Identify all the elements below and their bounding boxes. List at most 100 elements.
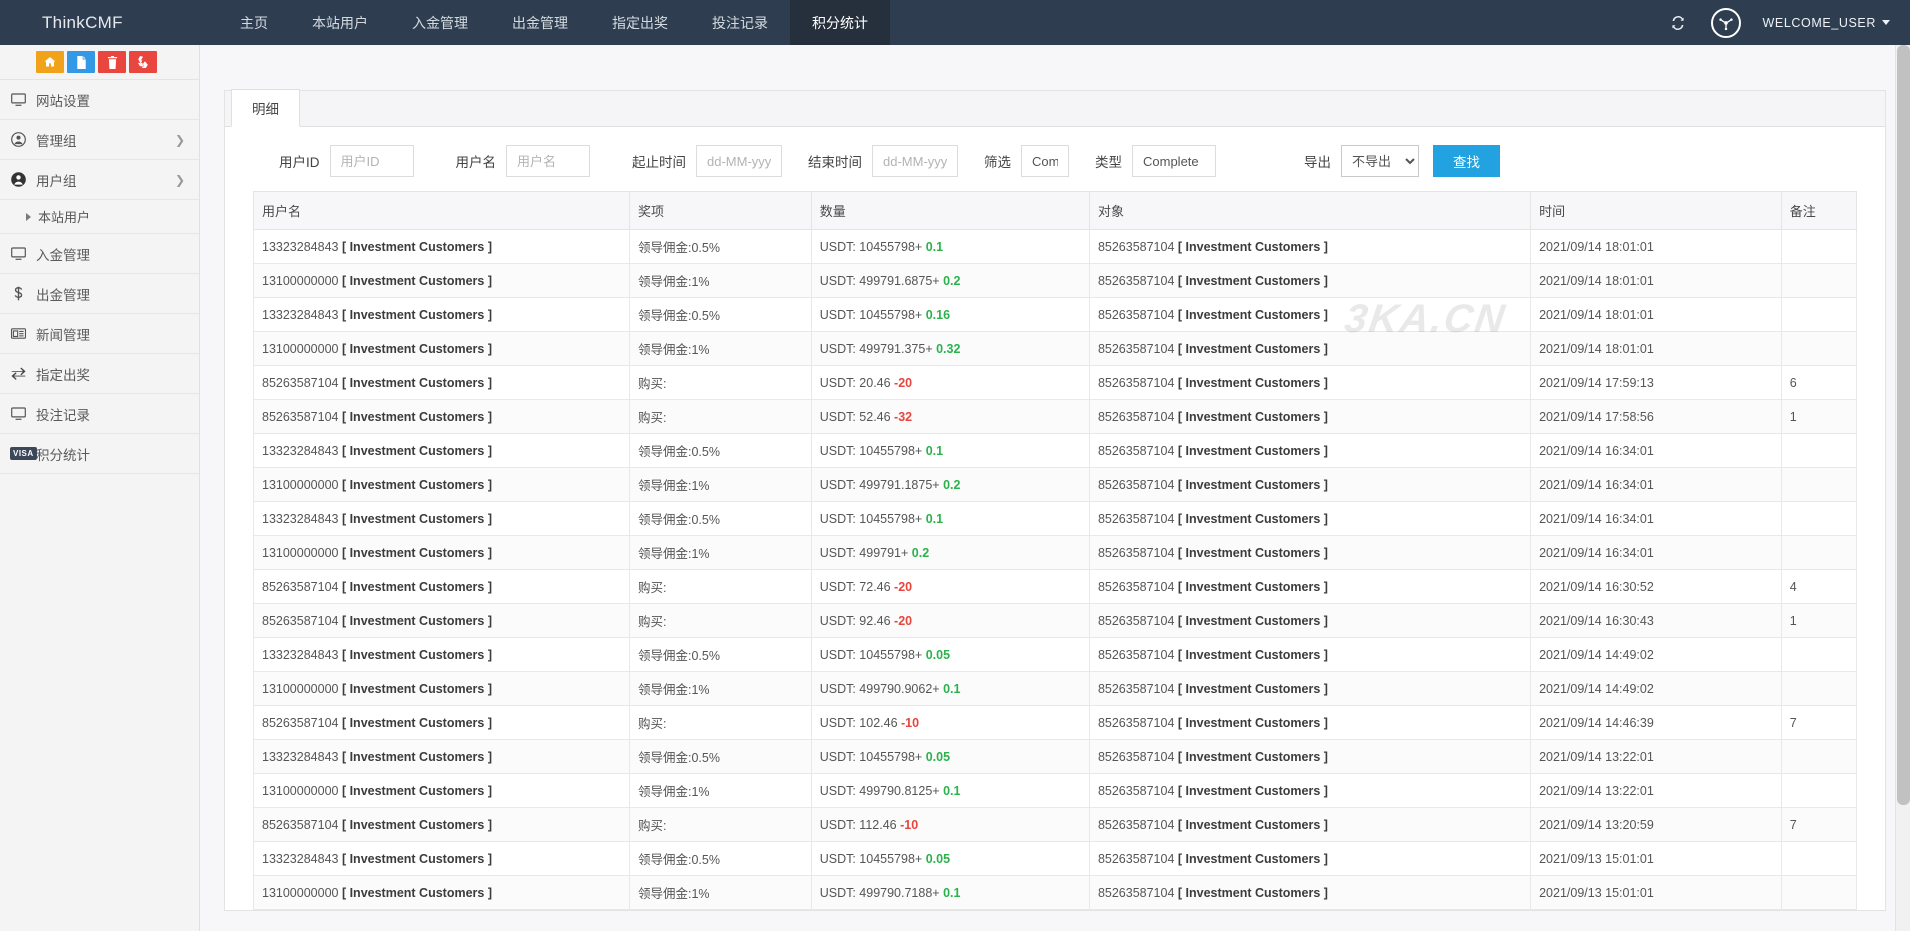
nav-item-5[interactable]: 投注记录 xyxy=(690,0,790,45)
table-body: 13323284843 [ Investment Customers ] 领导佣金… xyxy=(253,229,1858,910)
end-time-label: 结束时间 xyxy=(808,155,862,170)
cell-remark xyxy=(1780,229,1858,264)
page-scrollbar[interactable] xyxy=(1895,45,1910,931)
cell-amount: USDT: 499791.1875+ 0.2 xyxy=(810,467,1090,502)
nav-item-1[interactable]: 本站用户 xyxy=(290,0,390,45)
export-select[interactable]: 不导出 xyxy=(1341,145,1419,177)
table-row[interactable]: 85263587104 [ Investment Customers ] 购买: U… xyxy=(253,705,1858,740)
table-row[interactable]: 13323284843 [ Investment Customers ] 领导佣金… xyxy=(253,637,1858,672)
cell-object: 85263587104 [ Investment Customers ] xyxy=(1088,263,1532,298)
sidebar-item-a2[interactable]: 用户组 ❯ xyxy=(0,160,199,200)
nav-item-6[interactable]: 积分统计 xyxy=(790,0,890,45)
cell-time: 2021/09/14 17:58:56 xyxy=(1530,399,1782,434)
screen-label: 筛选 xyxy=(984,155,1011,170)
home-icon[interactable] xyxy=(36,51,64,73)
table-row[interactable]: 13323284843 [ Investment Customers ] 领导佣金… xyxy=(253,229,1858,264)
refresh-icon[interactable] xyxy=(1667,12,1689,34)
column-header-2: 数量 xyxy=(810,191,1090,230)
sidebar-item-a1[interactable]: 管理组 ❯ xyxy=(0,120,199,160)
cell-prize: 购买: xyxy=(628,399,812,434)
cell-object: 85263587104 [ Investment Customers ] xyxy=(1088,433,1532,468)
cell-time: 2021/09/14 13:20:59 xyxy=(1530,807,1782,842)
cell-username: 13323284843 [ Investment Customers ] xyxy=(253,841,630,876)
trash-icon[interactable] xyxy=(98,51,126,73)
cell-time: 2021/09/14 18:01:01 xyxy=(1530,331,1782,366)
content-panel: 明细 用户ID 用户名 起止时间 结束时间 筛选 类型 xyxy=(224,89,1886,911)
start-time-input[interactable] xyxy=(696,145,782,177)
cell-prize: 领导佣金:0.5% xyxy=(628,229,812,264)
cell-remark xyxy=(1780,501,1858,536)
sidebar-item-label: 指定出奖 xyxy=(36,367,90,383)
cell-object: 85263587104 [ Investment Customers ] xyxy=(1088,841,1532,876)
cell-remark: 1 xyxy=(1780,399,1858,434)
nav-item-2[interactable]: 入金管理 xyxy=(390,0,490,45)
cell-prize: 领导佣金:1% xyxy=(628,875,812,910)
cell-username: 13100000000 [ Investment Customers ] xyxy=(253,671,630,706)
cell-time: 2021/09/14 18:01:01 xyxy=(1530,263,1782,298)
table-row[interactable]: 13323284843 [ Investment Customers ] 领导佣金… xyxy=(253,501,1858,536)
table-row[interactable]: 13323284843 [ Investment Customers ] 领导佣金… xyxy=(253,739,1858,774)
file-icon[interactable] xyxy=(67,51,95,73)
cell-prize: 购买: xyxy=(628,603,812,638)
table-row[interactable]: 13100000000 [ Investment Customers ] 领导佣金… xyxy=(253,671,1858,706)
cell-username: 85263587104 [ Investment Customers ] xyxy=(253,569,630,604)
column-header-5: 备注 xyxy=(1780,191,1858,230)
sidebar-item-b1[interactable]: 出金管理 xyxy=(0,274,199,314)
sidebar-item-a0[interactable]: 网站设置 xyxy=(0,80,199,120)
nav-item-3[interactable]: 出金管理 xyxy=(490,0,590,45)
sidebar-item-b0[interactable]: 入金管理 xyxy=(0,234,199,274)
userid-input[interactable] xyxy=(329,145,414,177)
navbar-right-tools: WELCOME_USER xyxy=(1667,0,1910,45)
tab-detail[interactable]: 明细 xyxy=(231,89,300,127)
nav-item-4[interactable]: 指定出奖 xyxy=(590,0,690,45)
sidebar-item-b5[interactable]: VISA 积分统计 xyxy=(0,434,199,474)
table-row[interactable]: 13100000000 [ Investment Customers ] 领导佣金… xyxy=(253,263,1858,298)
table-row[interactable]: 13100000000 [ Investment Customers ] 领导佣金… xyxy=(253,773,1858,808)
cell-time: 2021/09/14 16:34:01 xyxy=(1530,433,1782,468)
main-content: 明细 用户ID 用户名 起止时间 结束时间 筛选 类型 xyxy=(200,45,1910,931)
sidebar-item-b3[interactable]: 指定出奖 xyxy=(0,354,199,394)
monitor-icon xyxy=(10,405,36,422)
table-row[interactable]: 13323284843 [ Investment Customers ] 领导佣金… xyxy=(253,841,1858,876)
user-menu[interactable]: WELCOME_USER xyxy=(1763,16,1890,30)
type-input[interactable] xyxy=(1132,145,1216,177)
table-row[interactable]: 13100000000 [ Investment Customers ] 领导佣金… xyxy=(253,331,1858,366)
cell-remark xyxy=(1780,331,1858,366)
table-row[interactable]: 13323284843 [ Investment Customers ] 领导佣金… xyxy=(253,297,1858,332)
points-statistics-table: 用户名 奖项 数量 对象 时间 备注 13323284843 [ Investment C… xyxy=(253,191,1858,910)
sidebar-item-b4[interactable]: 投注记录 xyxy=(0,394,199,434)
table-row[interactable]: 13323284843 [ Investment Customers ] 领导佣金… xyxy=(253,433,1858,468)
cell-object: 85263587104 [ Investment Customers ] xyxy=(1088,671,1532,706)
cell-username: 13323284843 [ Investment Customers ] xyxy=(253,501,630,536)
news-icon xyxy=(10,325,36,342)
table-row[interactable]: 13100000000 [ Investment Customers ] 领导佣金… xyxy=(253,875,1858,910)
table-row[interactable]: 85263587104 [ Investment Customers ] 购买: U… xyxy=(253,399,1858,434)
table-row[interactable]: 85263587104 [ Investment Customers ] 购买: U… xyxy=(253,569,1858,604)
cell-prize: 购买: xyxy=(628,365,812,400)
table-row[interactable]: 13100000000 [ Investment Customers ] 领导佣金… xyxy=(253,535,1858,570)
table-row[interactable]: 13100000000 [ Investment Customers ] 领导佣金… xyxy=(253,467,1858,502)
globe-icon[interactable] xyxy=(1710,7,1741,38)
end-time-input[interactable] xyxy=(872,145,958,177)
table-row[interactable]: 85263587104 [ Investment Customers ] 购买: U… xyxy=(253,365,1858,400)
username-input[interactable] xyxy=(506,145,590,177)
cell-object: 85263587104 [ Investment Customers ] xyxy=(1088,365,1532,400)
brand-logo[interactable]: ThinkCMF xyxy=(0,0,200,45)
recycle-icon[interactable] xyxy=(129,51,157,73)
search-button[interactable]: 查找 xyxy=(1433,145,1500,177)
sidebar-item-label: 出金管理 xyxy=(36,287,90,303)
sidebar-item-label: 管理组 xyxy=(36,133,77,149)
table-row[interactable]: 85263587104 [ Investment Customers ] 购买: U… xyxy=(253,603,1858,638)
cell-amount: USDT: 52.46 -32 xyxy=(810,399,1090,434)
nav-item-0[interactable]: 主页 xyxy=(218,0,290,45)
cell-prize: 领导佣金:0.5% xyxy=(628,841,812,876)
screen-input[interactable] xyxy=(1021,145,1069,177)
sidebar-subitem-local-users[interactable]: 本站用户 xyxy=(0,200,199,234)
cell-object: 85263587104 [ Investment Customers ] xyxy=(1088,399,1532,434)
cell-remark xyxy=(1780,297,1858,332)
sidebar-item-label: 网站设置 xyxy=(36,93,90,109)
scrollbar-thumb[interactable] xyxy=(1897,45,1910,805)
cell-amount: USDT: 10455798+ 0.05 xyxy=(810,739,1090,774)
sidebar-item-b2[interactable]: 新闻管理 xyxy=(0,314,199,354)
table-row[interactable]: 85263587104 [ Investment Customers ] 购买: U… xyxy=(253,807,1858,842)
